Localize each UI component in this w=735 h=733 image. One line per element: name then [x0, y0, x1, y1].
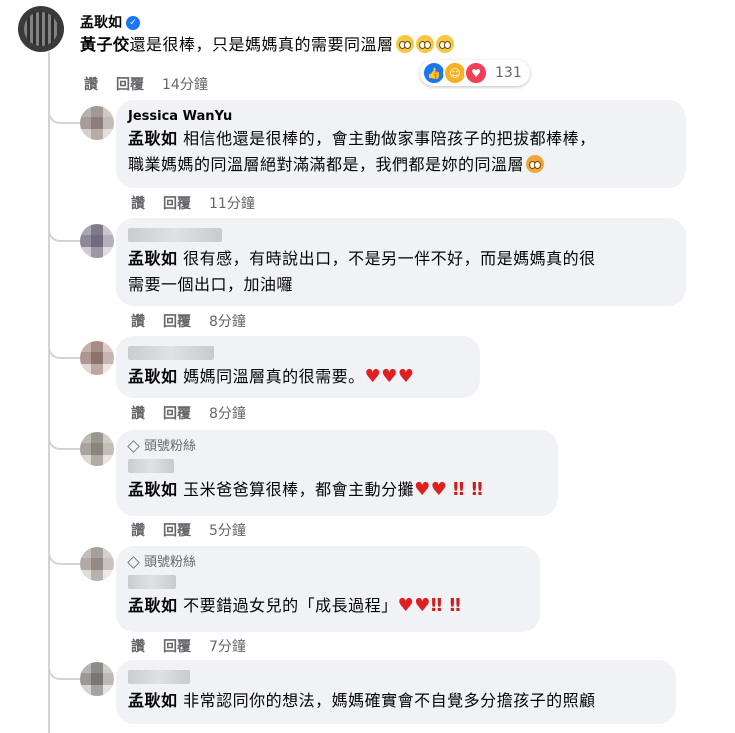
avatar[interactable] [80, 224, 114, 258]
reply-text: 孟耿如 媽媽同溫層真的很需要。♥♥♥ [128, 366, 415, 387]
double-exclamation-emoji-icon: ‼ ‼ [453, 479, 484, 500]
comment-actions: 讚 回覆 14分鐘 [84, 74, 208, 94]
reaction-count: 131 [495, 65, 522, 81]
avatar[interactable] [18, 6, 64, 52]
mention-link[interactable]: 孟耿如 [128, 691, 178, 710]
red-heart-emoji-icon: ♥♥ [414, 479, 448, 500]
reply-actions: 讚 回覆 7分鐘 [131, 636, 246, 656]
reply-text: 需要一個出口，加油囉 [128, 275, 294, 294]
thread-branch [48, 664, 80, 680]
comment-text: 黃子佼還是很棒，只是媽媽真的需要同溫層 [80, 32, 512, 58]
like-button[interactable]: 讚 [131, 520, 145, 540]
thread-branch [48, 343, 80, 359]
timestamp[interactable]: 11分鐘 [209, 193, 255, 213]
reply-text: 孟耿如 非常認同你的想法，媽媽確實會不自覺多分擔孩子的照顧 [128, 691, 596, 710]
reply-actions: 讚 回覆 8分鐘 [131, 403, 246, 423]
mention-link[interactable]: 孟耿如 [128, 480, 178, 499]
smiling-face-hearts-emoji-icon [526, 155, 545, 173]
reaction-summary[interactable]: 👍 ☺ ♥ 131 [420, 60, 530, 86]
blurred-author-name [128, 346, 214, 360]
avatar[interactable] [80, 106, 114, 140]
avatar[interactable] [80, 432, 114, 466]
comment-bubble: 孟耿如 ✓ 黃子佼還是很棒，只是媽媽真的需要同溫層 [70, 6, 522, 66]
pleading-face-emoji-icon [435, 35, 454, 53]
like-button[interactable]: 讚 [131, 636, 145, 656]
thread-branch [48, 108, 80, 124]
reply-bubble: 孟耿如 媽媽同溫層真的很需要。♥♥♥ [116, 336, 480, 398]
red-heart-emoji-icon: ♥♥ [397, 595, 431, 616]
mention-link[interactable]: 孟耿如 [128, 367, 178, 386]
reply-button[interactable]: 回覆 [163, 193, 191, 213]
diamond-icon [127, 556, 140, 569]
blurred-author-name [128, 575, 176, 589]
reply-button[interactable]: 回覆 [163, 520, 191, 540]
timestamp[interactable]: 8分鐘 [209, 403, 246, 423]
blurred-author-name [128, 228, 222, 242]
pleading-face-emoji-icon [395, 35, 414, 53]
reply-actions: 讚 回覆 8分鐘 [131, 311, 246, 331]
top-fan-badge[interactable]: 頭號粉絲 [127, 438, 546, 455]
avatar[interactable] [80, 662, 114, 696]
mention-link[interactable]: 孟耿如 [128, 249, 178, 268]
reply-text: 職業媽媽的同溫層絕對滿滿都是，我們都是妳的同溫層 [128, 152, 674, 178]
diamond-icon [127, 440, 140, 453]
like-button[interactable]: 讚 [131, 403, 145, 423]
reply-actions: 讚 回覆 11分鐘 [131, 193, 255, 213]
reply-button[interactable]: 回覆 [163, 311, 191, 331]
timestamp[interactable]: 8分鐘 [209, 311, 246, 331]
thread-branch [48, 434, 80, 450]
reply-text: 孟耿如 玉米爸爸算很棒，都會主動分攤♥♥ ‼ ‼ [128, 479, 484, 500]
avatar[interactable] [80, 341, 114, 375]
comment-author[interactable]: 孟耿如 [80, 14, 122, 32]
thread-branch [48, 226, 80, 242]
reply-text: 孟耿如 很有感，有時說出口，不是另一伴不好，而是媽媽真的很 [128, 249, 596, 268]
reply-text: 孟耿如 相信他還是很棒的，會主動做家事陪孩子的把拔都棒棒， [128, 129, 596, 148]
reply-actions: 讚 回覆 5分鐘 [131, 520, 246, 540]
verified-badge-icon: ✓ [126, 16, 140, 30]
reply-bubble: 頭號粉絲 孟耿如 玉米爸爸算很棒，都會主動分攤♥♥ ‼ ‼ [116, 430, 558, 516]
blurred-author-name [128, 459, 174, 473]
top-fan-badge[interactable]: 頭號粉絲 [127, 554, 528, 571]
like-button[interactable]: 讚 [131, 193, 145, 213]
blurred-author-name [128, 670, 190, 684]
reply-button[interactable]: 回覆 [163, 403, 191, 423]
reply-button[interactable]: 回覆 [116, 74, 144, 94]
love-icon: ♥ [464, 61, 488, 85]
reply-bubble: 頭號粉絲 孟耿如 不要錯過女兒的「成長過程」♥♥‼ ‼ [116, 546, 540, 632]
thread-branch [48, 549, 80, 565]
reply-bubble: Jessica WanYu 孟耿如 相信他還是很棒的，會主動做家事陪孩子的把拔都… [116, 100, 686, 188]
mention-link[interactable]: 黃子佼 [80, 35, 130, 54]
mention-link[interactable]: 孟耿如 [128, 129, 178, 148]
like-button[interactable]: 讚 [131, 311, 145, 331]
timestamp[interactable]: 14分鐘 [162, 74, 208, 94]
reply-bubble: 孟耿如 非常認同你的想法，媽媽確實會不自覺多分擔孩子的照顧 [116, 660, 676, 724]
timestamp[interactable]: 7分鐘 [209, 636, 246, 656]
reply-button[interactable]: 回覆 [163, 636, 191, 656]
reply-text: 孟耿如 不要錯過女兒的「成長過程」♥♥‼ ‼ [128, 595, 462, 616]
mention-link[interactable]: 孟耿如 [128, 596, 178, 615]
reply-author[interactable]: Jessica WanYu [128, 108, 232, 126]
double-exclamation-emoji-icon: ‼ ‼ [430, 595, 462, 616]
like-button[interactable]: 讚 [84, 74, 98, 94]
pleading-face-emoji-icon [415, 35, 434, 53]
reply-bubble: 孟耿如 很有感，有時說出口，不是另一伴不好，而是媽媽真的很 需要一個出口，加油囉 [116, 218, 686, 306]
red-heart-emoji-icon: ♥♥♥ [364, 366, 415, 387]
avatar[interactable] [80, 547, 114, 581]
timestamp[interactable]: 5分鐘 [209, 520, 246, 540]
thread-line [48, 52, 50, 733]
comment-body: 還是很棒，只是媽媽真的需要同溫層 [129, 35, 394, 54]
